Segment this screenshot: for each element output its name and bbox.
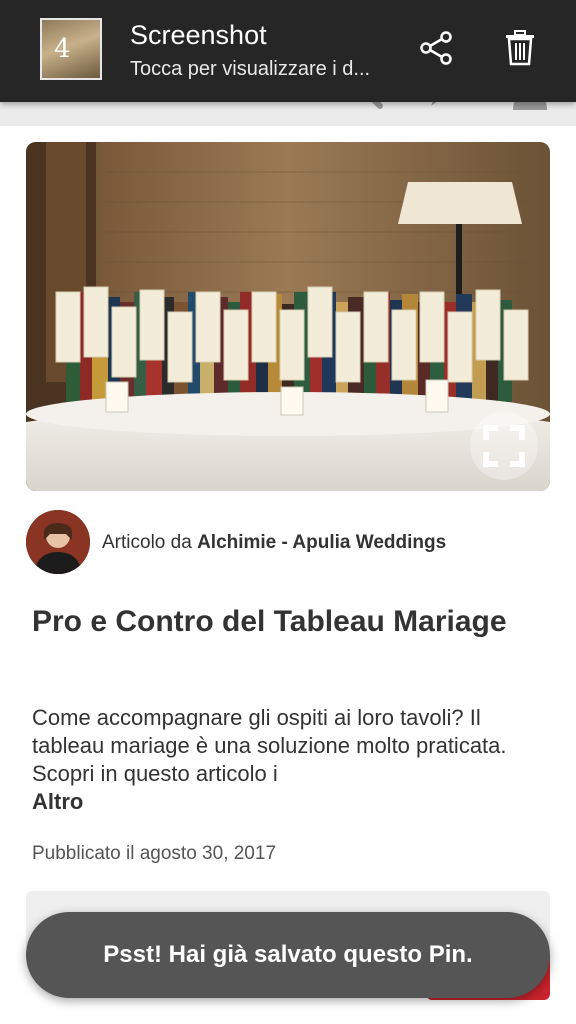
pin-detail-screen: ← 2 4 Screenshot Tocca per visualizzare … bbox=[0, 0, 576, 1024]
pin-image[interactable] bbox=[26, 142, 550, 491]
more-link[interactable]: Altro bbox=[32, 788, 544, 816]
attribution[interactable]: Articolo da Alchimie - Apulia Weddings bbox=[102, 532, 446, 554]
attribution-prefix: Articolo da bbox=[102, 532, 192, 553]
avatar-photo bbox=[26, 510, 90, 574]
thumbnail-number: 4 bbox=[54, 34, 71, 64]
trash-icon[interactable] bbox=[505, 30, 535, 66]
toast-text: Psst! Hai già salvato questo Pin. bbox=[103, 941, 473, 968]
pin-title: Pro e Contro del Tableau Mariage bbox=[32, 605, 507, 638]
pin-description: Come accompagnare gli ospiti ai loro tav… bbox=[32, 705, 507, 786]
screenshot-thumbnail: 4 bbox=[40, 18, 102, 80]
published-date: Pubblicato il agosto 30, 2017 bbox=[32, 843, 277, 864]
expand-image-button[interactable] bbox=[470, 412, 538, 480]
notification-title: Screenshot bbox=[130, 20, 267, 50]
toast: Psst! Hai già salvato questo Pin. bbox=[26, 912, 550, 998]
notification-text: Tocca per visualizzare i d... bbox=[130, 58, 371, 80]
attribution-source[interactable]: Alchimie - Apulia Weddings bbox=[197, 532, 446, 553]
avatar[interactable] bbox=[26, 510, 90, 574]
share-icon[interactable] bbox=[418, 30, 454, 66]
expand-icon bbox=[483, 425, 525, 467]
pin-description-block: Come accompagnare gli ospiti ai loro tav… bbox=[32, 704, 544, 816]
screenshot-notification[interactable]: 4 Screenshot Tocca per visualizzare i d.… bbox=[0, 0, 576, 102]
